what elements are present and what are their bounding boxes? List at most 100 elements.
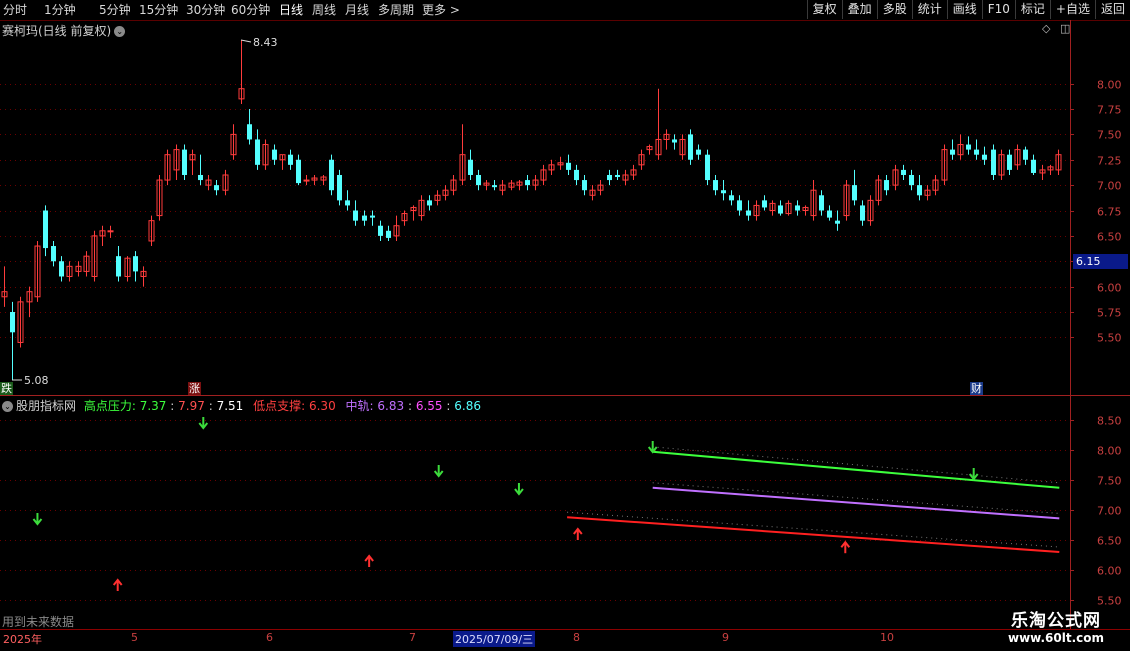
candle-body bbox=[272, 149, 277, 160]
sell-arrow-icon bbox=[433, 465, 444, 478]
candle-body bbox=[427, 200, 432, 206]
candle-body bbox=[198, 174, 203, 181]
sell-arrow-icon bbox=[32, 513, 43, 526]
stock-title-text: 赛柯玛(日线 前复权) bbox=[2, 24, 112, 38]
candle-body bbox=[288, 154, 293, 165]
candle-body bbox=[762, 200, 767, 208]
candle-body bbox=[795, 205, 800, 211]
candle-body bbox=[329, 159, 334, 191]
time-label-oct: 10 bbox=[880, 631, 894, 644]
candle-body bbox=[43, 210, 48, 249]
candle-body bbox=[835, 220, 840, 224]
indicator-projection-line bbox=[567, 511, 1060, 548]
high-pressure-value-1: 7.37 bbox=[139, 399, 167, 413]
low-support-label: 低点支撑: bbox=[253, 399, 306, 413]
candle-body bbox=[827, 210, 832, 218]
sell-arrow-icon bbox=[514, 483, 524, 496]
panel-toggle-icon[interactable]: ◫ bbox=[1060, 22, 1070, 35]
candle-body bbox=[917, 185, 922, 196]
candle-body bbox=[901, 169, 906, 175]
candle-body bbox=[378, 225, 383, 236]
indicator-series-line bbox=[567, 516, 1060, 553]
stock-title: 赛柯玛(日线 前复权) ⌄ bbox=[2, 22, 126, 39]
fall-badge[interactable]: 跌 bbox=[0, 382, 13, 395]
main-y-tick-label: 7.00 bbox=[1097, 180, 1122, 193]
candle-body bbox=[607, 174, 612, 181]
candle-body bbox=[574, 169, 579, 181]
indicator-chevron-icon[interactable]: ⌄ bbox=[2, 401, 13, 412]
candle-body bbox=[214, 185, 219, 191]
candle-body bbox=[860, 205, 865, 221]
candle-body bbox=[966, 144, 971, 150]
indicator-series-line bbox=[652, 450, 1060, 489]
main-y-tick-label: 7.50 bbox=[1097, 129, 1122, 142]
time-label-aug: 8 bbox=[573, 631, 580, 644]
sell-arrow-icon bbox=[198, 417, 209, 430]
candle-body bbox=[746, 210, 751, 216]
main-y-tick-label: 6.50 bbox=[1097, 231, 1122, 244]
candle-body bbox=[492, 185, 497, 188]
time-cursor-label: 2025/07/09/三 bbox=[453, 631, 536, 647]
chevron-down-icon[interactable]: ⌄ bbox=[114, 26, 126, 37]
candle-body bbox=[1023, 149, 1028, 160]
candle-body bbox=[133, 256, 138, 272]
diamond-icon[interactable]: ◇ bbox=[1042, 22, 1050, 35]
candle-body bbox=[51, 246, 56, 262]
time-axis[interactable]: 2025年 5 6 7 2025/07/09/三 8 9 10 bbox=[0, 629, 1130, 651]
candle-body bbox=[107, 230, 114, 233]
time-label-jul: 7 bbox=[409, 631, 416, 644]
high-pressure-label: 高点压力: bbox=[83, 399, 136, 413]
indicator-projection-line bbox=[652, 446, 1060, 484]
candle-body bbox=[386, 230, 391, 238]
candle-body bbox=[737, 200, 742, 211]
candle-body bbox=[721, 190, 726, 194]
high-marker-label: 8.43 bbox=[253, 36, 278, 49]
candle-body bbox=[182, 149, 187, 175]
indicator-y-tick-label: 7.00 bbox=[1097, 505, 1122, 518]
mid-track-value-2: 6.55 bbox=[415, 399, 443, 413]
main-y-tick-label: 7.75 bbox=[1097, 104, 1122, 117]
candle-body bbox=[705, 154, 710, 181]
candle-body bbox=[982, 154, 987, 160]
candle-body bbox=[370, 215, 375, 218]
indicator-projection-line bbox=[652, 482, 1060, 514]
main-y-tick-label: 6.75 bbox=[1097, 206, 1122, 219]
indicator-series-line bbox=[652, 486, 1060, 520]
candle-body bbox=[1007, 154, 1012, 170]
watermark-title: 乐淘公式网 bbox=[1011, 611, 1101, 631]
buy-arrow-icon bbox=[364, 554, 374, 567]
indicator-y-tick-label: 8.50 bbox=[1097, 415, 1122, 428]
indicator-y-tick-label: 7.50 bbox=[1097, 475, 1122, 488]
indicator-header: ⌄ 股朋指标网 高点压力: 7.37 : 7.97 : 7.51 低点支撑: 6.… bbox=[2, 397, 481, 414]
main-y-tick-label: 7.25 bbox=[1097, 155, 1122, 168]
rise-badge[interactable]: 涨 bbox=[188, 382, 201, 395]
time-label-sep: 9 bbox=[722, 631, 729, 644]
candle-body bbox=[713, 180, 718, 191]
candle-body bbox=[10, 312, 15, 333]
future-data-notice: 用到未来数据 bbox=[2, 615, 75, 629]
kline-chart-canvas: 8.007.757.507.257.006.756.506.256.005.75… bbox=[0, 20, 1130, 629]
candle-body bbox=[615, 174, 620, 178]
main-y-tick-label: 5.50 bbox=[1097, 332, 1122, 345]
candle-body bbox=[345, 200, 350, 206]
candle-body bbox=[696, 149, 701, 155]
low-marker-label: 5.08 bbox=[24, 374, 49, 387]
chart-corner-controls: ◇ ◫ bbox=[1042, 22, 1070, 35]
main-y-tick-label: 6.00 bbox=[1097, 282, 1122, 295]
buy-arrow-icon bbox=[112, 578, 123, 591]
candle-body bbox=[672, 139, 677, 143]
indicator-y-tick-label: 6.50 bbox=[1097, 535, 1122, 548]
candle-body bbox=[468, 159, 473, 175]
candle-body bbox=[353, 210, 358, 221]
high-marker-line bbox=[240, 39, 252, 43]
mid-track-value-1: 6.83 bbox=[377, 399, 405, 413]
candle-body bbox=[247, 124, 252, 140]
candle-body bbox=[884, 180, 889, 191]
main-y-tick-label: 8.00 bbox=[1097, 79, 1122, 92]
candle-body bbox=[974, 149, 979, 155]
candle-body bbox=[991, 149, 996, 175]
main-y-tick-label: 5.75 bbox=[1097, 307, 1122, 320]
candle-body bbox=[582, 180, 587, 191]
buy-arrow-icon bbox=[840, 540, 851, 554]
finance-badge[interactable]: 财 bbox=[970, 382, 983, 395]
